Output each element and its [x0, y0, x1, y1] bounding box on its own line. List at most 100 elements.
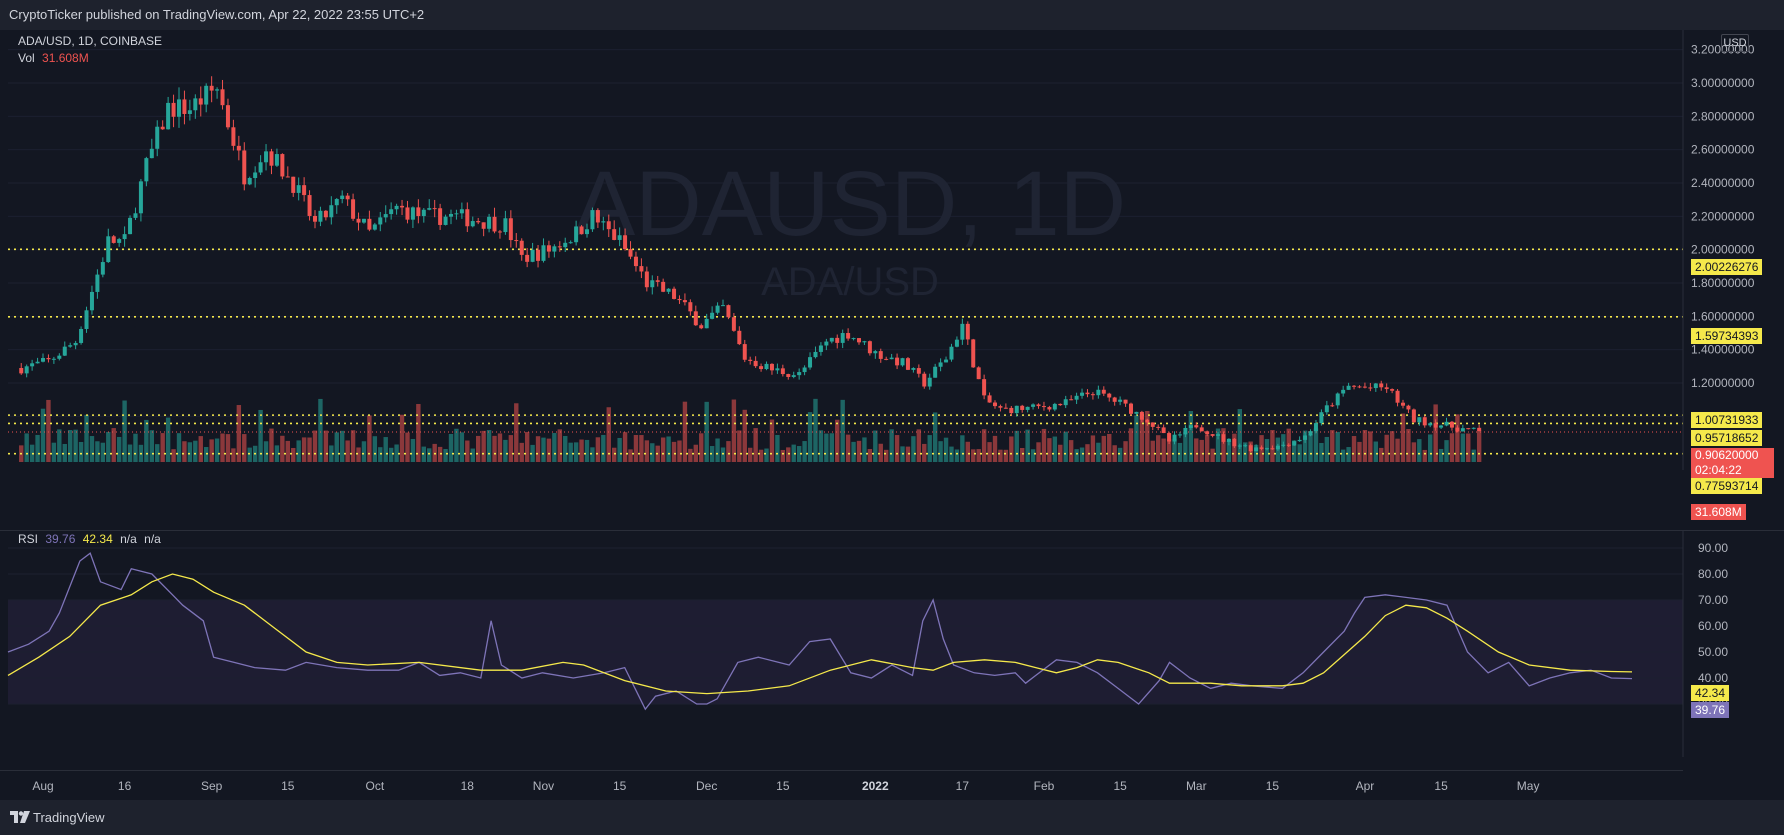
volume-bar [807, 412, 813, 462]
candle [1379, 383, 1384, 388]
volume-bar [307, 437, 312, 462]
volume-bar [323, 430, 329, 462]
candle [215, 89, 220, 91]
candle [171, 102, 176, 117]
candle [89, 291, 94, 311]
price-tick-label: 2.20000000 [1691, 209, 1755, 223]
volume-bar [1438, 448, 1444, 462]
volume-bar [1150, 440, 1155, 462]
candle [62, 346, 67, 356]
candle [813, 351, 818, 358]
rsi-na-1: n/a [120, 532, 137, 546]
candle [710, 312, 715, 319]
candle [840, 333, 845, 343]
candle [1428, 423, 1433, 426]
candle [356, 218, 361, 223]
volume-bar [715, 438, 720, 462]
candle [204, 85, 209, 105]
volume-bar [1455, 414, 1460, 462]
candle [1471, 427, 1476, 429]
candle [688, 302, 693, 312]
candle [1047, 407, 1052, 410]
candle [1129, 403, 1133, 414]
volume-bar [116, 436, 122, 462]
volume-bar [350, 430, 356, 462]
last-price-tag: 0.90620000 02:04:22 [1691, 448, 1774, 478]
volume-bar [688, 448, 693, 462]
time-axis[interactable]: Aug 16 Sep 15 Oct 18 Nov 15 Dec 15 2022 17 Feb 15 Mar 1… [0, 770, 1784, 800]
candle [427, 208, 432, 210]
candle [155, 126, 160, 149]
volume-bar [405, 432, 410, 462]
candle [449, 213, 453, 217]
volume-bar [1156, 435, 1161, 462]
vol-label: Vol [18, 51, 35, 65]
volume-bar [573, 442, 579, 462]
volume-bar [726, 441, 731, 462]
candle [1090, 394, 1095, 396]
volume-bar [1090, 435, 1096, 462]
volume-bar [111, 428, 116, 462]
volume-bar [840, 399, 845, 462]
volume-bar [519, 442, 524, 462]
volume-bar [1330, 430, 1335, 462]
volume-bar [204, 447, 209, 462]
rsi-tick-label: 80.00 [1698, 567, 1728, 581]
volume-bar [1047, 438, 1052, 462]
candle [982, 379, 987, 396]
candle [628, 249, 633, 257]
candle [666, 288, 671, 292]
candle [242, 150, 247, 185]
candle [590, 210, 595, 230]
volume-bar [835, 419, 840, 462]
candle [73, 342, 78, 346]
price-axis[interactable]: 3.200000003.000000002.800000002.60000000… [1691, 43, 1755, 424]
candle [922, 373, 927, 387]
rsi-chart[interactable]: 90.0080.0070.0060.0050.0040.0030.00 [0, 530, 1784, 757]
volume-bar [367, 415, 372, 462]
candle [1390, 389, 1395, 391]
volume-bar [24, 433, 29, 462]
candle [394, 205, 399, 210]
candle [579, 226, 584, 235]
candle [1216, 434, 1221, 436]
volume-bar [497, 433, 503, 462]
candle [835, 337, 840, 343]
volume-bar [617, 437, 622, 462]
volume-bar [911, 436, 916, 462]
candle [1401, 402, 1405, 406]
candle [895, 357, 900, 366]
candle [1145, 419, 1150, 423]
candle [1477, 427, 1482, 431]
volume-bar [176, 433, 182, 462]
time-tick-label: 18 [461, 779, 475, 793]
volume-bar [427, 448, 432, 462]
time-tick-label: 16 [118, 779, 132, 793]
candles [19, 76, 1482, 453]
candle [944, 359, 949, 363]
candle [454, 213, 459, 215]
volume-bar [361, 441, 367, 462]
candle [1275, 445, 1280, 450]
price-chart[interactable]: ADAUSD, 1D ADA/USD 3.200000003.000000002… [0, 30, 1784, 470]
volume-bar [1444, 440, 1449, 462]
candle [323, 210, 328, 218]
volume-bar [748, 447, 753, 462]
volume-bar [568, 442, 573, 462]
volume-bar [660, 437, 666, 462]
candle [84, 310, 89, 329]
volume-bar [992, 435, 998, 462]
candle [1395, 390, 1400, 403]
candle [1101, 389, 1106, 394]
candle [780, 368, 785, 375]
volume-bar [557, 429, 562, 462]
candle [1352, 385, 1357, 387]
volume-bar [1400, 413, 1406, 462]
volume-bar [514, 403, 519, 462]
currency-button[interactable]: USD [1721, 34, 1749, 52]
candle [302, 185, 307, 196]
symbol-legend: ADA/USD, 1D, COINBASE [18, 34, 162, 48]
candle [987, 395, 992, 403]
candle [329, 205, 334, 218]
volume-bar [965, 441, 970, 462]
